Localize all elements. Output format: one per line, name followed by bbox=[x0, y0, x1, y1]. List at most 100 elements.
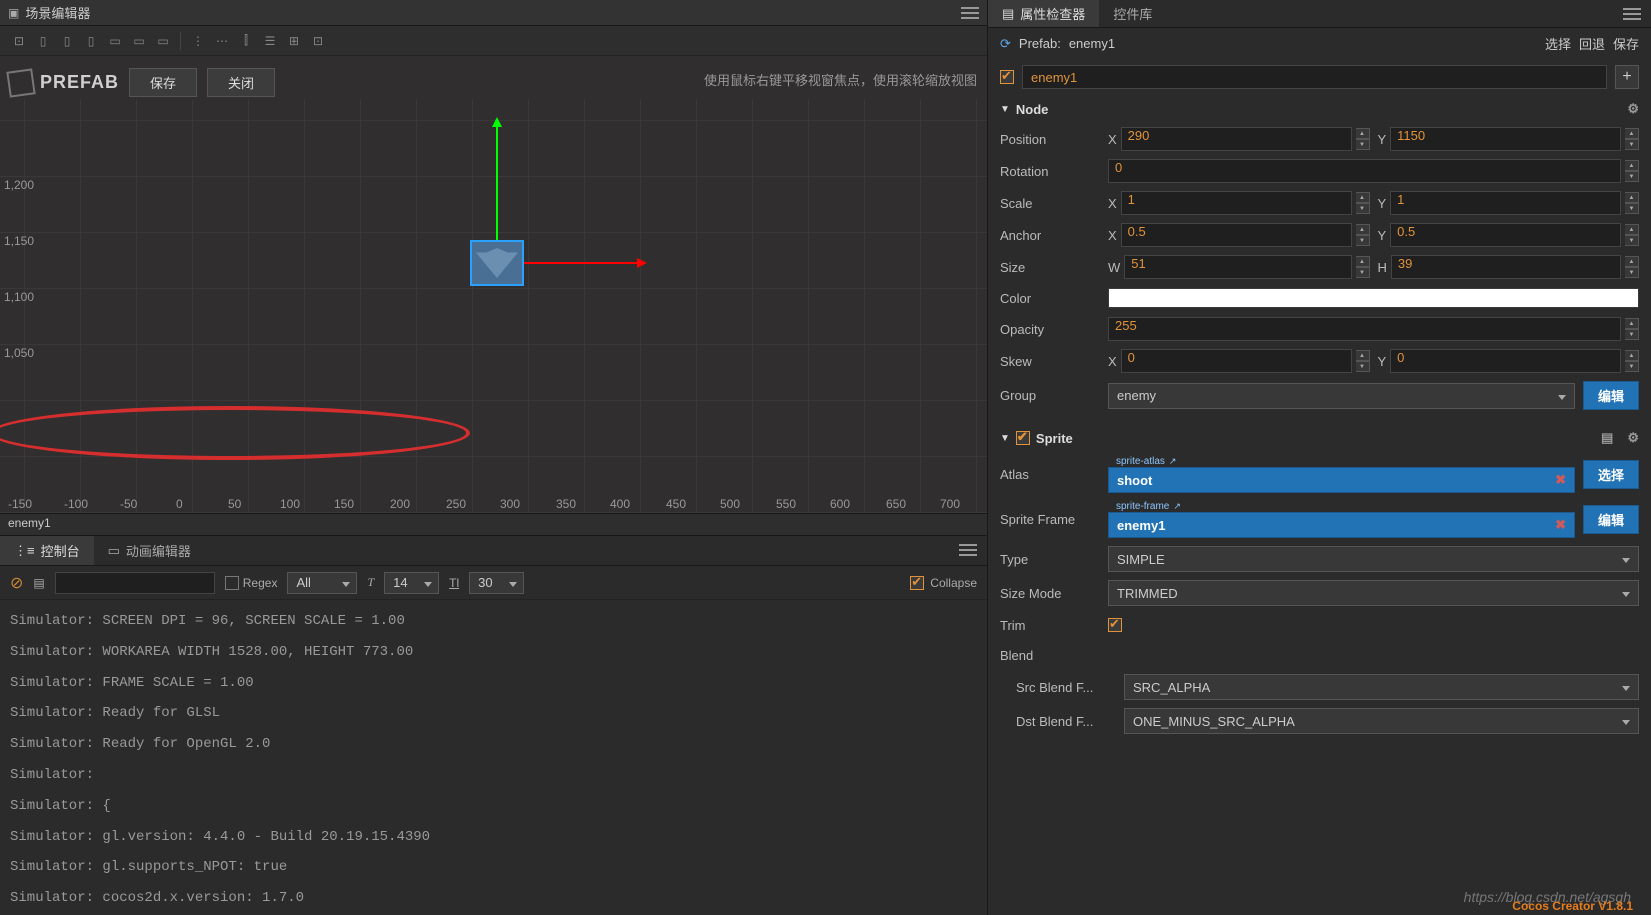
size-mode-dropdown[interactable]: TRIMMED bbox=[1108, 580, 1639, 606]
log-line: Simulator: { bbox=[10, 791, 977, 822]
size-h-input[interactable]: 39 bbox=[1391, 255, 1621, 279]
tab-widgets[interactable]: 控件库 bbox=[1099, 0, 1166, 27]
regex-toggle[interactable]: Regex bbox=[225, 576, 278, 590]
anchor-y-input[interactable]: 0.5 bbox=[1390, 223, 1621, 247]
scale-x-input[interactable]: 1 bbox=[1121, 191, 1352, 215]
atlas-field[interactable]: shoot✖ bbox=[1108, 467, 1575, 493]
node-name-input[interactable] bbox=[1022, 65, 1607, 89]
sprite-type-dropdown[interactable]: SIMPLE bbox=[1108, 546, 1639, 572]
spinner[interactable]: ▲▼ bbox=[1625, 350, 1639, 372]
spinner[interactable]: ▲▼ bbox=[1625, 256, 1639, 278]
line-height-dropdown[interactable]: 30 bbox=[469, 572, 524, 594]
spinner[interactable]: ▲▼ bbox=[1356, 224, 1370, 246]
spinner[interactable]: ▲▼ bbox=[1356, 192, 1370, 214]
clear-icon[interactable]: ✖ bbox=[1555, 472, 1566, 488]
gear-icon[interactable]: ⚙ bbox=[1627, 430, 1639, 446]
position-y-input[interactable]: 1150 bbox=[1390, 127, 1621, 151]
position-x-input[interactable]: 290 bbox=[1121, 127, 1352, 151]
color-swatch[interactable] bbox=[1108, 288, 1639, 308]
atlas-select-button[interactable]: 选择 bbox=[1583, 460, 1639, 489]
tool-spacing-h-icon[interactable]: ⫿ bbox=[235, 30, 257, 52]
prefab-save-button[interactable]: 保存 bbox=[1613, 34, 1639, 53]
font-size-dropdown[interactable]: 14 bbox=[384, 572, 439, 594]
sprite-enabled-checkbox[interactable] bbox=[1016, 431, 1030, 445]
scale-y-input[interactable]: 1 bbox=[1390, 191, 1621, 215]
panel-menu-icon[interactable] bbox=[961, 7, 979, 19]
prefab-logo: PREFAB bbox=[8, 70, 119, 96]
label-scale: Scale bbox=[1000, 196, 1100, 211]
scene-canvas-area[interactable]: PREFAB 保存 关闭 使用鼠标右键平移视窗焦点，使用滚轮缩放视图 1,200… bbox=[0, 56, 987, 513]
tool-grid-icon[interactable]: ⊞ bbox=[283, 30, 305, 52]
console-log-area[interactable]: Simulator: SCREEN DPI = 96, SCREEN SCALE… bbox=[0, 600, 987, 915]
x-tick: 700 bbox=[940, 497, 960, 511]
spinner[interactable]: ▲▼ bbox=[1356, 256, 1370, 278]
rotation-input[interactable]: 0 bbox=[1108, 159, 1621, 183]
node-active-checkbox[interactable] bbox=[1000, 70, 1014, 84]
tool-align-left-icon[interactable]: ▯ bbox=[32, 30, 54, 52]
selected-sprite[interactable] bbox=[470, 240, 524, 286]
tab-animation[interactable]: ▭动画编辑器 bbox=[94, 536, 205, 565]
opacity-input[interactable]: 255 bbox=[1108, 317, 1621, 341]
y-tick: 1,200 bbox=[4, 178, 34, 192]
trim-checkbox[interactable] bbox=[1108, 618, 1122, 632]
console-search-input[interactable] bbox=[55, 572, 215, 594]
tool-align-top-icon[interactable]: ▭ bbox=[104, 30, 126, 52]
tool-align-center-icon[interactable]: ▯ bbox=[56, 30, 78, 52]
tool-distribute-h-icon[interactable]: ⋮ bbox=[187, 30, 209, 52]
panel-icon: ▣ bbox=[8, 6, 19, 20]
add-component-button[interactable]: + bbox=[1615, 65, 1639, 89]
prefab-label: PREFAB bbox=[40, 72, 119, 93]
spinner[interactable]: ▲▼ bbox=[1625, 224, 1639, 246]
collapse-toggle[interactable]: Collapse bbox=[910, 576, 977, 590]
group-dropdown[interactable]: enemy bbox=[1108, 383, 1575, 409]
spinner[interactable]: ▲▼ bbox=[1625, 128, 1639, 150]
anchor-x-input[interactable]: 0.5 bbox=[1121, 223, 1352, 247]
tool-align-bottom-icon[interactable]: ▭ bbox=[152, 30, 174, 52]
tool-move-icon[interactable]: ⊡ bbox=[8, 30, 30, 52]
tool-distribute-v-icon[interactable]: ⋯ bbox=[211, 30, 233, 52]
dst-blend-dropdown[interactable]: ONE_MINUS_SRC_ALPHA bbox=[1124, 708, 1639, 734]
src-blend-dropdown[interactable]: SRC_ALPHA bbox=[1124, 674, 1639, 700]
sprite-section-header[interactable]: ▼Sprite ▤ ⚙ bbox=[988, 424, 1651, 452]
tool-align-right-icon[interactable]: ▯ bbox=[80, 30, 102, 52]
label-blend: Blend bbox=[1000, 648, 1100, 663]
y-tick: 1,150 bbox=[4, 234, 34, 248]
label-atlas: Atlas bbox=[1000, 467, 1100, 482]
filter-dropdown[interactable]: All bbox=[287, 572, 357, 594]
size-w-input[interactable]: 51 bbox=[1124, 255, 1351, 279]
x-tick: -100 bbox=[64, 497, 88, 511]
file-filter-icon[interactable]: ▤ bbox=[33, 576, 44, 590]
gear-icon[interactable]: ⚙ bbox=[1627, 101, 1639, 117]
skew-x-input[interactable]: 0 bbox=[1121, 349, 1352, 373]
skew-y-input[interactable]: 0 bbox=[1390, 349, 1621, 373]
node-section-header[interactable]: ▼Node ⚙ bbox=[988, 95, 1651, 123]
clear-console-icon[interactable]: ⊘ bbox=[10, 573, 23, 593]
tool-align-middle-icon[interactable]: ▭ bbox=[128, 30, 150, 52]
panel-menu-icon[interactable] bbox=[959, 544, 977, 556]
prefab-revert-button[interactable]: 回退 bbox=[1579, 34, 1605, 53]
spinner[interactable]: ▲▼ bbox=[1625, 160, 1639, 182]
sprite-frame-edit-button[interactable]: 编辑 bbox=[1583, 505, 1639, 534]
spinner[interactable]: ▲▼ bbox=[1625, 318, 1639, 340]
tab-inspector[interactable]: ▤属性检查器 bbox=[988, 0, 1099, 27]
log-line: Simulator: gl.version: 4.4.0 - Build 20.… bbox=[10, 822, 977, 853]
prefab-save-button[interactable]: 保存 bbox=[129, 68, 197, 97]
clear-icon[interactable]: ✖ bbox=[1555, 517, 1566, 533]
book-icon[interactable]: ▤ bbox=[1601, 430, 1613, 446]
panel-menu-icon[interactable] bbox=[1623, 8, 1641, 20]
tool-snap-icon[interactable]: ⊡ bbox=[307, 30, 329, 52]
sprite-frame-field[interactable]: enemy1✖ bbox=[1108, 512, 1575, 538]
spinner[interactable]: ▲▼ bbox=[1356, 128, 1370, 150]
tab-console[interactable]: ⋮≡控制台 bbox=[0, 536, 94, 565]
spinner[interactable]: ▲▼ bbox=[1625, 192, 1639, 214]
label-position: Position bbox=[1000, 132, 1100, 147]
prefab-select-button[interactable]: 选择 bbox=[1545, 34, 1571, 53]
prefab-close-button[interactable]: 关闭 bbox=[207, 68, 275, 97]
node-name-row: + bbox=[988, 59, 1651, 95]
log-line: Simulator: bbox=[10, 760, 977, 791]
group-edit-button[interactable]: 编辑 bbox=[1583, 381, 1639, 410]
spinner[interactable]: ▲▼ bbox=[1356, 350, 1370, 372]
scene-gizmo[interactable] bbox=[470, 240, 524, 286]
tool-spacing-v-icon[interactable]: ☰ bbox=[259, 30, 281, 52]
scene-grid[interactable]: 1,200 1,150 1,100 1,050 -150 -100 -50 0 … bbox=[0, 100, 987, 513]
